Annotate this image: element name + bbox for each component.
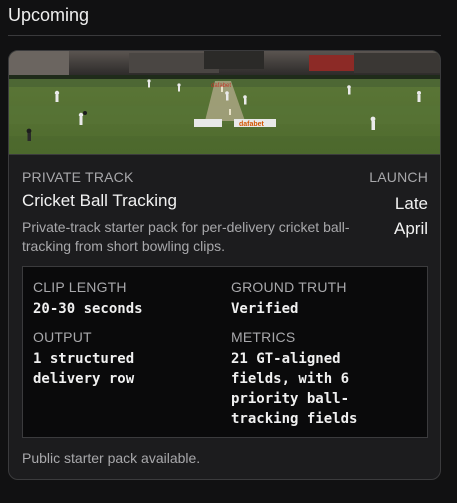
spec-label: GROUND TRUTH	[231, 279, 347, 295]
spec-value: 1 structured delivery row	[33, 351, 135, 387]
spec-label: OUTPUT	[33, 329, 92, 345]
track-type-label: PRIVATE TRACK	[22, 169, 134, 185]
spec-clip-length: CLIP LENGTH 20-30 seconds	[33, 279, 213, 319]
launch-date: Late April	[393, 194, 428, 238]
image-ad-text-1: dafabet	[211, 83, 231, 89]
spec-value: 21 GT-aligned fields, with 6 priority ba…	[231, 351, 358, 427]
spec-ground-truth: GROUND TRUTH Verified	[231, 279, 421, 319]
card-divider	[9, 154, 440, 155]
spec-label: METRICS	[231, 329, 296, 345]
cricket-match-image: dafabet dafabet	[9, 51, 440, 154]
image-ad-text-2: dafabet	[239, 121, 265, 128]
spec-label: CLIP LENGTH	[33, 279, 127, 295]
section-divider	[8, 35, 441, 36]
product-title: Cricket Ball Tracking	[22, 191, 177, 210]
section-title: Upcoming	[8, 5, 90, 25]
launch-label: LAUNCH	[369, 169, 428, 185]
upcoming-product-card[interactable]: dafabet dafabet PRIVATE TRACK LAUNCH Cri…	[8, 50, 441, 480]
spec-value: Verified	[231, 301, 299, 317]
spec-value: 20-30 seconds	[33, 301, 143, 317]
product-description: Private-track starter pack for per-deliv…	[22, 219, 350, 254]
spec-metrics: METRICS 21 GT-aligned fields, with 6 pri…	[231, 329, 381, 429]
availability-note: Public starter pack available.	[22, 450, 201, 466]
spec-panel: CLIP LENGTH 20-30 seconds GROUND TRUTH V…	[22, 266, 428, 438]
spec-output: OUTPUT 1 structured delivery row	[33, 329, 213, 389]
